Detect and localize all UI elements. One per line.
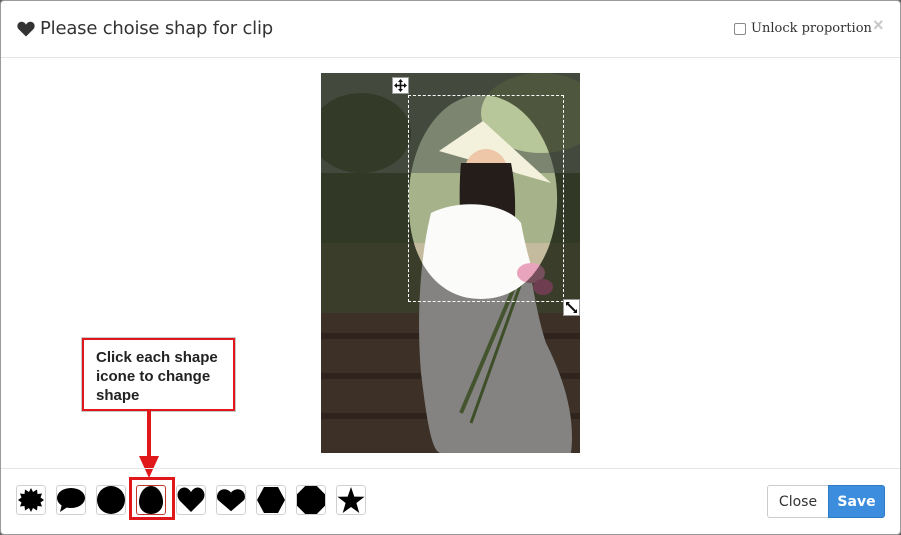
dialog-header: Please choise shap for clip Unlock propo… [1,1,900,58]
egg-icon [139,486,163,514]
speech-bubble-icon [57,488,85,512]
octagon-icon [297,486,325,514]
close-button[interactable]: Close [767,485,829,518]
move-handle-icon[interactable] [392,77,409,94]
dialog-title: Please choise shap for clip [40,18,273,39]
dialog-footer: Close Save [1,468,900,534]
instruction-callout: Click each shape icone to change shape [82,338,235,411]
shape-starburst-button[interactable] [16,485,46,515]
starburst-icon [18,488,44,512]
title-group: Please choise shap for clip [16,18,273,39]
shape-speech-bubble-button[interactable] [56,485,86,515]
unlock-proportion-label[interactable]: Unlock proportion [751,21,872,36]
unlock-proportion-checkbox[interactable] [734,22,746,35]
wide-heart-icon [217,489,245,512]
shape-octagon-button[interactable] [296,485,326,515]
shape-star-button[interactable] [336,485,366,515]
resize-handle-icon[interactable] [563,299,580,316]
heart-shape-icon [177,487,205,512]
shape-egg-button[interactable] [136,485,166,515]
shape-hexagon-button[interactable] [256,485,286,515]
close-icon[interactable]: × [873,15,884,35]
heart-icon [16,19,36,39]
instruction-text: Click each shape icone to change shape [96,349,218,404]
hexagon-icon [257,487,285,513]
crop-selection-box[interactable] [408,95,564,302]
clip-shape-dialog: Please choise shap for clip Unlock propo… [0,0,901,535]
shape-circle-button[interactable] [96,485,126,515]
shape-heart-button[interactable] [176,485,206,515]
circle-icon [97,486,125,514]
unlock-proportion-toggle[interactable]: Unlock proportion [734,21,872,36]
save-button[interactable]: Save [828,485,885,518]
shape-wide-heart-button[interactable] [216,485,246,515]
star-icon [337,486,365,513]
